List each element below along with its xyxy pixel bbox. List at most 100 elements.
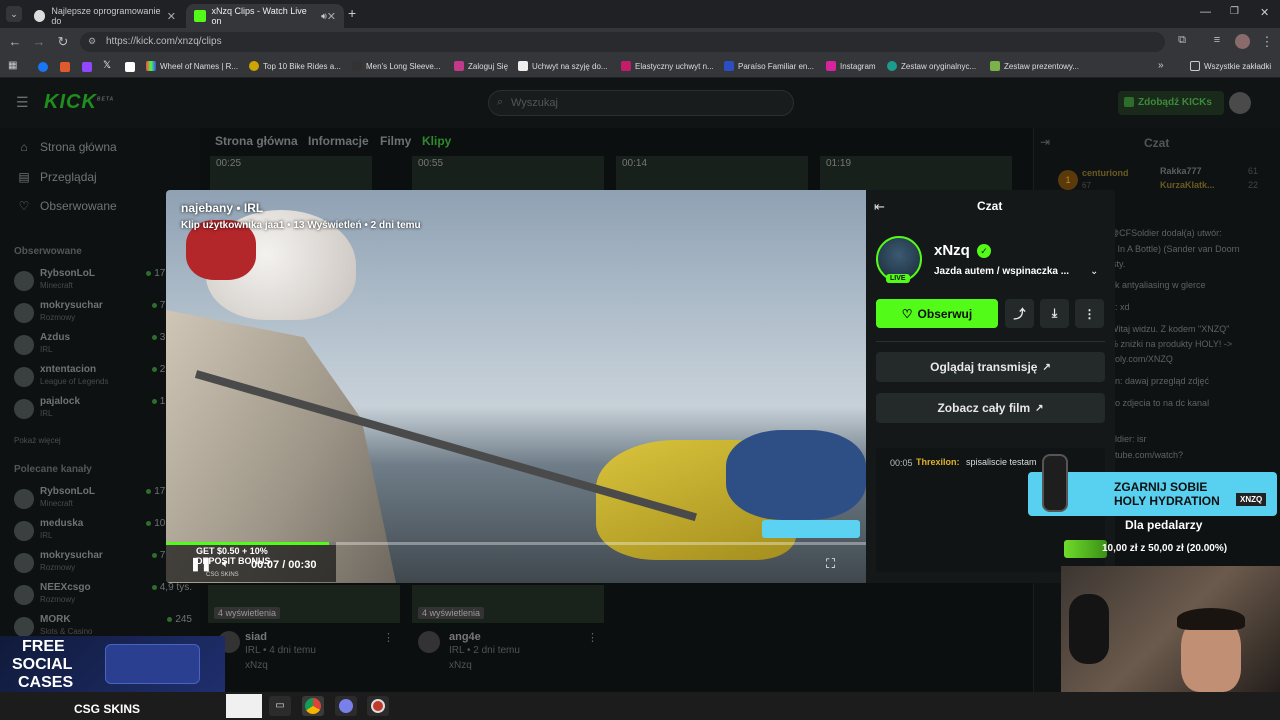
tab-info[interactable]: Informacje (308, 134, 369, 148)
search-input[interactable]: ⌕ Wyszukaj (488, 90, 794, 116)
close-icon[interactable]: ✕ (327, 10, 336, 23)
back-icon[interactable]: ← (7, 34, 23, 49)
streamer-hair (1177, 608, 1245, 630)
bookmark-item[interactable]: Wheel of Names | R... (146, 61, 238, 71)
fullscreen-icon[interactable]: ⛶ (826, 556, 835, 572)
menu-kebab-icon[interactable]: ⋮ (1259, 34, 1275, 50)
avatar (14, 399, 34, 419)
kebab-icon[interactable]: ⋮ (383, 631, 394, 644)
volume-icon[interactable]: 🔈︎ (222, 556, 229, 571)
headphones (1069, 594, 1109, 664)
search-icon: ⌕ (497, 96, 504, 108)
more-options-button[interactable]: ⋮ (1075, 299, 1104, 328)
twitch-icon[interactable] (82, 62, 92, 72)
clip-thumbnail[interactable]: 00:14 (616, 156, 808, 190)
close-window-icon[interactable]: ✕ (1260, 6, 1269, 19)
gifter-count: 67 (1082, 181, 1091, 190)
browser-tab-1[interactable]: Najlepsze oprogramowanie do ✕ (26, 4, 184, 28)
tab-clips[interactable]: Klipy (422, 134, 451, 148)
gifter-count: 61 (1248, 166, 1259, 176)
nav-home[interactable]: ⌂ Strona główna (16, 140, 116, 154)
recommended-channel[interactable]: NEEXcsgo Rozmowy 4,9 tys. (14, 582, 196, 612)
user-avatar[interactable] (1229, 92, 1251, 114)
channel-name[interactable]: xNzq (934, 242, 970, 259)
gift-icon (990, 61, 1000, 71)
avatar (14, 585, 34, 605)
chat-line: utube.com/watch? (1110, 450, 1184, 460)
live-dot-icon (151, 553, 157, 558)
maximize-icon[interactable]: ❐ (1230, 6, 1239, 17)
clip-thumbnail: 4 wyświetlenia (412, 585, 604, 623)
download-button[interactable]: ⤓ (1040, 299, 1069, 328)
bookmark-icon-5[interactable] (125, 62, 135, 72)
tab-home[interactable]: Strona główna (215, 134, 298, 148)
reading-list-icon[interactable]: ≡ (1209, 34, 1225, 46)
watch-film-button[interactable]: Zobacz cały film ↗ (876, 393, 1105, 423)
bookmark-item[interactable]: Zestaw oryginalnyc... (887, 61, 976, 71)
bookmark-item[interactable]: Zaloguj Się (454, 61, 508, 71)
follow-button[interactable]: ♡ Obserwuj (876, 299, 998, 328)
doc-icon (518, 61, 528, 71)
bookmark-item[interactable]: Elastyczny uchwyt n... (621, 61, 714, 71)
gifter-name: Rakka777 (1160, 166, 1202, 176)
bookmark-item[interactable]: Men's Long Sleeve... (352, 61, 440, 71)
facebook-icon[interactable] (38, 62, 48, 72)
discord-icon[interactable] (335, 696, 357, 716)
live-dot-icon (146, 271, 152, 276)
chat-message: spisaliscie testam (966, 457, 1037, 467)
site-info-icon[interactable]: ⚙ (88, 36, 96, 47)
profile-avatar[interactable] (1235, 34, 1250, 49)
chat-line: no zdjecia to na dc kanal (1110, 398, 1210, 408)
ad-line3: CASES (18, 674, 74, 691)
tab-search-button[interactable]: ⌄ (6, 6, 22, 22)
reload-icon[interactable]: ↻ (55, 34, 71, 50)
watch-stream-button[interactable]: Oglądaj transmisję ↗ (876, 352, 1105, 382)
new-tab-button[interactable]: + (348, 5, 356, 21)
minimize-icon[interactable]: — (1200, 6, 1211, 18)
progress-track[interactable] (166, 542, 866, 545)
collapse-icon[interactable]: ⇤ (874, 199, 885, 215)
browser-tab-2[interactable]: xNzq Clips - Watch Live on 🔊︎ ✕ (186, 4, 344, 28)
more-bookmarks-icon[interactable]: » (1158, 60, 1164, 71)
close-icon[interactable]: ✕ (167, 10, 176, 23)
nav-following[interactable]: ♡ Obserwowane (16, 199, 117, 213)
pause-icon[interactable]: ❚❚ (190, 556, 212, 572)
kick-logo[interactable]: KICKBETA (44, 91, 114, 114)
clip-thumbnail[interactable]: 00:55 (412, 156, 604, 190)
avatar (418, 631, 440, 653)
bookmark-item[interactable]: Top 10 Bike Rides a... (249, 61, 341, 71)
apps-grid-icon[interactable]: ▦ (8, 60, 17, 71)
bookmark-item[interactable]: Paraíso Familiar en... (724, 61, 814, 71)
bookmark-item[interactable]: Uchwyt na szyję do... (518, 61, 608, 71)
show-more-link[interactable]: Pokaż więcej (14, 436, 61, 445)
x-icon[interactable]: 𝕏 (103, 60, 111, 71)
kebab-icon[interactable]: ⋮ (587, 631, 598, 644)
all-bookmarks[interactable]: Wszystkie zakładki (1190, 61, 1271, 71)
bookmark-item[interactable]: Instagram (826, 61, 876, 71)
chat-line: e In A Bottle) (Sander van Doorn (1110, 244, 1240, 254)
tab-videos[interactable]: Filmy (380, 134, 411, 148)
bookmark-item[interactable]: Zestaw prezentowy... (990, 61, 1079, 71)
nav-browse[interactable]: ▤ Przeglądaj (16, 170, 96, 184)
forward-icon[interactable]: → (31, 34, 47, 49)
extensions-icon[interactable]: ⧉ (1174, 34, 1190, 47)
clip-thumbnail[interactable]: 01:19 (820, 156, 1012, 190)
chevron-down-icon[interactable]: ⌄ (1090, 266, 1098, 277)
bookmark-icon-2[interactable] (60, 62, 70, 72)
live-badge: LIVE (886, 274, 910, 283)
get-kicks-button[interactable]: Zdobądź KICKs (1118, 91, 1224, 115)
kebab-icon: ⋮ (1083, 306, 1096, 321)
obs-icon[interactable] (367, 696, 389, 716)
clip-channel: xNzq (449, 660, 472, 671)
search-box-white[interactable] (226, 694, 262, 718)
address-bar[interactable]: ⚙ https://kick.com/xnzq/clips (80, 32, 1165, 52)
shirt-icon (352, 61, 362, 71)
clip-video[interactable]: najebany • IRL Klip użytkownika jaa1 • 1… (166, 190, 866, 583)
kick-page: ☰ KICKBETA ⌕ Wyszukaj Zdobądź KICKs ⌂ Str… (0, 78, 1280, 692)
share-button[interactable]: ⤴ (1005, 299, 1034, 328)
hamburger-icon[interactable]: ☰ (16, 94, 29, 111)
clip-thumbnail[interactable]: 00:25 (210, 156, 372, 190)
terminal-icon[interactable]: ▭ (269, 696, 291, 716)
chrome-icon[interactable] (302, 696, 324, 716)
collapse-chat-icon[interactable]: ⇥ (1040, 135, 1050, 149)
